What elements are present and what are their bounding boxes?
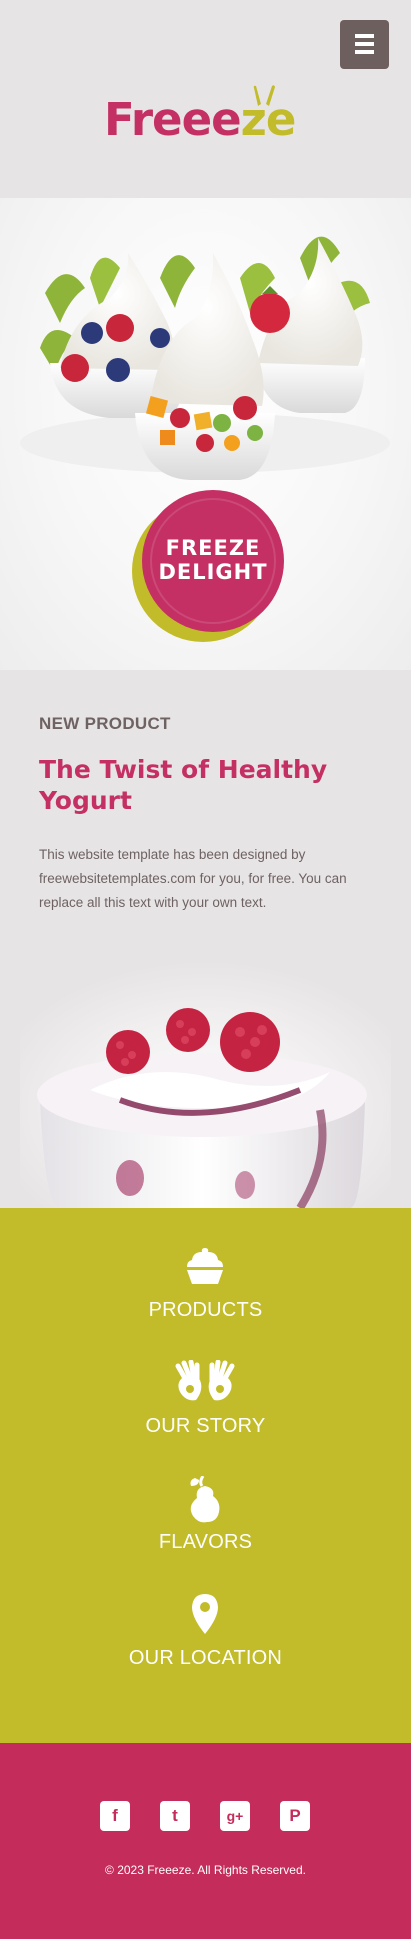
menu-button[interactable] <box>340 20 389 69</box>
nav-item-label: FLAVORS <box>158 1531 253 1553</box>
nav-item-our-story[interactable]: OUR STORY <box>0 1360 411 1460</box>
pinterest-icon[interactable]: P <box>280 1801 310 1831</box>
nav-item-products[interactable]: PRODUCTS <box>0 1244 411 1344</box>
map-pin-icon <box>192 1594 218 1634</box>
product-headline: The Twist of Healthy Yogurt <box>39 755 328 815</box>
section-eyebrow: NEW PRODUCT <box>39 714 171 733</box>
pear-icon <box>190 1476 220 1523</box>
facebook-icon[interactable]: f <box>100 1801 130 1831</box>
nav-item-label: OUR STORY <box>145 1415 266 1437</box>
product-description: This website template has been designed … <box>39 847 347 910</box>
site-header: Freeeze <box>0 0 411 198</box>
raspberry-yogurt-cup-image <box>20 960 391 1208</box>
logo-wordmark-main: Freee <box>104 93 242 146</box>
product-section: NEW PRODUCT The Twist of Healthy Yogurt … <box>0 670 411 1208</box>
hands-icon <box>175 1360 235 1401</box>
hero-banner: FREEZE DELIGHT <box>0 198 411 671</box>
freeze-delight-badge: FREEZE DELIGHT <box>132 490 292 650</box>
site-footer: f t g+ P © 2023 Freeeze. All Rights Rese… <box>0 1743 411 1939</box>
cupcake-icon <box>187 1248 223 1284</box>
hamburger-menu-icon <box>355 34 374 38</box>
hamburger-menu-icon <box>355 42 374 46</box>
main-navigation: PRODUCTS OUR STORY FLAVORS OUR LOCATION <box>0 1208 411 1743</box>
nav-item-flavors[interactable]: FLAVORS <box>0 1476 411 1576</box>
badge-text-line-2: DELIGHT <box>158 560 268 584</box>
hamburger-menu-icon <box>355 50 374 54</box>
sprout-icon <box>253 85 275 106</box>
nav-item-label: OUR LOCATION <box>128 1647 283 1669</box>
copyright-text: © 2023 Freeeze. All Rights Reserved. <box>105 1863 306 1877</box>
site-logo[interactable]: Freeeze <box>100 85 320 150</box>
badge-text-line-1: FREEZE <box>165 536 261 560</box>
nav-item-our-location[interactable]: OUR LOCATION <box>0 1592 411 1692</box>
nav-item-label: PRODUCTS <box>148 1299 263 1321</box>
twitter-icon[interactable]: t <box>160 1801 190 1831</box>
google-plus-icon[interactable]: g+ <box>220 1801 250 1831</box>
